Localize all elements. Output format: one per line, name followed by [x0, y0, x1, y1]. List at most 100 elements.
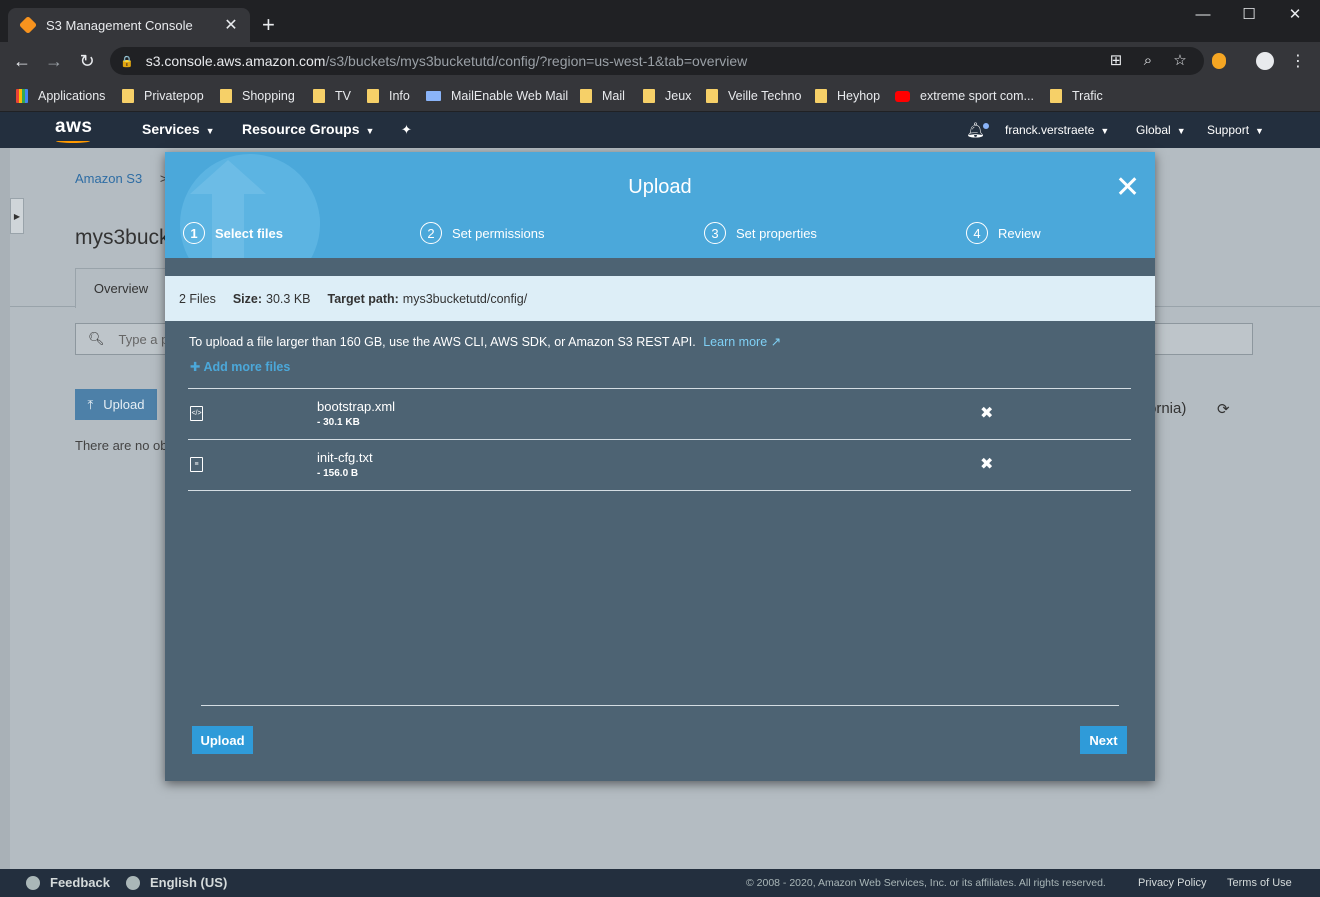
file-name: init-cfg.txt [317, 450, 373, 465]
apps-grid-icon [16, 89, 28, 103]
background-upload-button[interactable]: ⤒ Upload [75, 389, 157, 420]
step-set-properties[interactable]: 3 Set properties [704, 222, 817, 244]
file-list-end-divider [188, 490, 1131, 491]
zoom-icon[interactable]: ⌕ [1138, 51, 1158, 71]
chevron-down-icon: ▼ [205, 126, 215, 136]
privacy-policy-link[interactable]: Privacy Policy [1138, 877, 1206, 889]
browser-toolbar: ← → ↻ 🔒 s3.console.aws.amazon.com /s3/bu… [0, 42, 1320, 80]
step-label: Set properties [736, 225, 817, 241]
url-path: /s3/buckets/mys3bucketutd/config/?region… [325, 53, 748, 69]
bookmark-shopping[interactable]: Shopping [220, 86, 295, 106]
bookmark-heyhop[interactable]: Heyhop [815, 86, 880, 106]
close-icon[interactable]: ✕ [1115, 173, 1140, 203]
user-menu[interactable]: franck.verstraete ▼ [1005, 123, 1109, 137]
feedback-link[interactable]: Feedback [26, 875, 110, 890]
learn-more-link[interactable]: Learn more ↗ [703, 335, 781, 349]
xml-file-icon: </> [190, 406, 203, 421]
chevron-down-icon: ▼ [1176, 126, 1186, 136]
breadcrumb-amazon-s3[interactable]: Amazon S3 > [75, 171, 167, 186]
file-size: - 156.0 B [317, 468, 359, 479]
bookmark-trafic[interactable]: Trafic [1050, 86, 1103, 106]
modal-gap [165, 258, 1155, 276]
pin-icon[interactable]: ✦ [401, 122, 412, 138]
reload-icon[interactable]: ↻ [75, 50, 99, 72]
extension-icon[interactable] [1212, 53, 1226, 69]
upload-modal: Upload ✕ 1 Select files 2 Set permission… [165, 152, 1155, 781]
refresh-icon[interactable]: ⟳ [1217, 400, 1230, 418]
browser-tabstrip: S3 Management Console ✕ + — ☐ ✕ [0, 0, 1320, 42]
bookmark-tv[interactable]: TV [313, 86, 351, 106]
target-path: Target path: mys3bucketutd/config/ [327, 291, 528, 306]
new-tab-button[interactable]: + [262, 14, 275, 36]
services-menu[interactable]: Services ▼ [142, 121, 215, 137]
step-set-permissions[interactable]: 2 Set permissions [420, 222, 544, 244]
step-select-files[interactable]: 1 Select files [183, 222, 283, 244]
bookmarks-bar: Applications Privatepop Shopping TV Info… [0, 80, 1320, 112]
browser-menu-icon[interactable]: ⋮ [1290, 51, 1306, 71]
youtube-icon [895, 90, 910, 102]
chevron-down-icon: ▼ [1100, 126, 1110, 136]
region-menu[interactable]: Global ▼ [1136, 123, 1186, 137]
lock-icon: 🔒 [120, 55, 134, 68]
modal-title: Upload [628, 176, 692, 198]
address-bar[interactable]: 🔒 s3.console.aws.amazon.com /s3/buckets/… [110, 47, 1204, 75]
folder-icon [367, 89, 379, 103]
step-number: 3 [704, 222, 726, 244]
footer-divider [201, 705, 1119, 706]
remove-file-icon[interactable]: ✖ [980, 454, 993, 474]
chevron-down-icon: ▼ [1255, 126, 1264, 136]
next-button[interactable]: Next [1080, 726, 1127, 754]
file-row: ≡ init-cfg.txt - 156.0 B ✖ [188, 439, 1131, 490]
profile-avatar-icon[interactable] [1256, 52, 1274, 70]
tab-title: S3 Management Console [46, 17, 193, 33]
bookmark-star-icon[interactable]: ☆ [1170, 51, 1190, 71]
file-size: - 30.1 KB [317, 417, 360, 428]
aws-favicon-icon [18, 15, 38, 35]
resource-groups-menu[interactable]: Resource Groups ▼ [242, 121, 374, 137]
tab-overview[interactable]: Overview [75, 268, 167, 308]
notification-dot [983, 123, 989, 129]
translate-icon[interactable]: ⊞ [1106, 51, 1126, 71]
add-more-files-link[interactable]: ✚ Add more files [190, 359, 290, 374]
upload-icon: ⤒ [87, 396, 94, 412]
step-review[interactable]: 4 Review [966, 222, 1041, 244]
support-menu[interactable]: Support ▼ [1207, 123, 1264, 137]
back-icon[interactable]: ← [10, 50, 34, 72]
file-count: 2 Files [179, 291, 216, 306]
step-number: 4 [966, 222, 988, 244]
step-label: Select files [215, 225, 283, 241]
bookmark-applications[interactable]: Applications [16, 86, 105, 106]
folder-icon [580, 89, 592, 103]
browser-tab[interactable]: S3 Management Console ✕ [8, 8, 250, 42]
text-file-icon: ≡ [190, 457, 203, 472]
remove-file-icon[interactable]: ✖ [980, 403, 993, 423]
mail-icon [426, 91, 441, 101]
bookmark-mailenable[interactable]: MailEnable Web Mail [426, 86, 568, 106]
terms-of-use-link[interactable]: Terms of Use [1227, 877, 1292, 889]
step-label: Review [998, 225, 1041, 241]
aws-logo[interactable]: aws [55, 116, 92, 138]
tab-close-icon[interactable]: ✕ [222, 15, 240, 35]
aws-top-nav: aws Services ▼ Resource Groups ▼ ✦ 🔔︎ fran… [0, 112, 1320, 148]
file-name: bootstrap.xml [317, 399, 396, 414]
forward-icon[interactable]: → [42, 50, 66, 72]
minimize-button[interactable]: — [1180, 4, 1226, 26]
total-size: Size: 30.3 KB [232, 291, 311, 306]
maximize-button[interactable]: ☐ [1226, 4, 1272, 26]
bookmark-info[interactable]: Info [367, 86, 410, 106]
bookmark-mail[interactable]: Mail [580, 86, 625, 106]
external-link-icon: ↗ [770, 335, 782, 349]
drawer-toggle-icon[interactable]: ▶ [10, 198, 24, 234]
language-selector[interactable]: English (US) [126, 875, 227, 890]
bookmark-privatepop[interactable]: Privatepop [122, 86, 204, 106]
bookmark-veille-techno[interactable]: Veille Techno [706, 86, 801, 106]
plus-icon: ✚ [190, 360, 201, 374]
copyright-text: © 2008 - 2020, Amazon Web Services, Inc.… [746, 877, 1106, 889]
upload-modal-header: Upload ✕ 1 Select files 2 Set permission… [165, 152, 1155, 258]
bell-icon[interactable]: 🔔︎ [966, 121, 985, 139]
bookmark-jeux[interactable]: Jeux [643, 86, 691, 106]
folder-icon [643, 89, 655, 103]
bookmark-extreme-sport[interactable]: extreme sport com... [895, 86, 1034, 106]
upload-button[interactable]: Upload [192, 726, 253, 754]
window-close-button[interactable]: ✕ [1272, 4, 1318, 26]
